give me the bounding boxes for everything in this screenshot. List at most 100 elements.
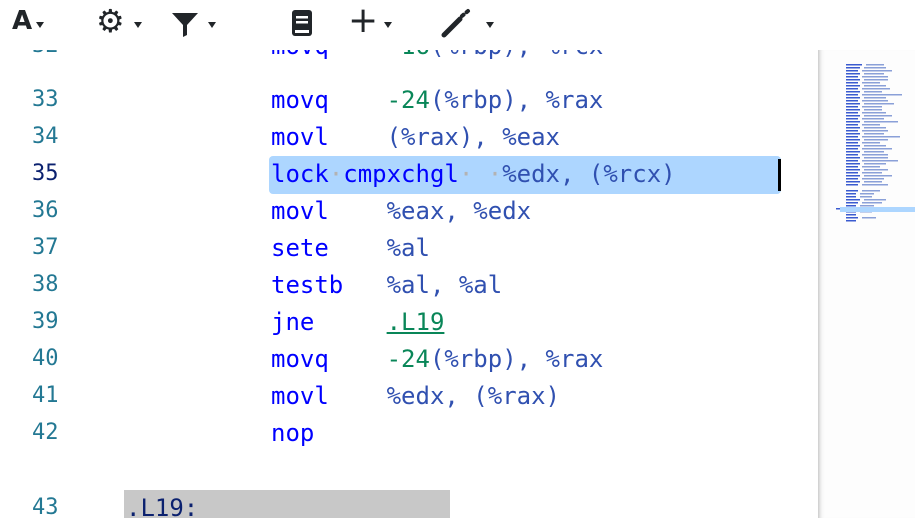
code-line[interactable]: 40 movq -24(%rbp), %rax [0, 341, 818, 377]
minimap-line [846, 64, 862, 66]
minimap-line [860, 193, 874, 195]
instruction-mnemonic: cmpxchgl [343, 160, 459, 188]
minimap-line [862, 142, 880, 144]
libraries-button[interactable] [290, 6, 320, 42]
minimap-line [864, 151, 884, 153]
minimap-line [846, 112, 858, 114]
code-line[interactable]: 38 testb %al, %al [0, 267, 818, 303]
operands: %edx, (%rax) [386, 382, 560, 410]
minimap-line [846, 85, 860, 87]
minimap-line [846, 136, 858, 138]
minimap-line [864, 139, 888, 141]
minimap-line [862, 112, 886, 114]
minimap-line [866, 64, 884, 66]
instruction-mnemonic: sete [271, 234, 329, 262]
minimap-line [862, 148, 892, 150]
minimap-line [846, 139, 860, 141]
minimap-line [862, 82, 880, 84]
minimap-line [864, 145, 886, 147]
minimap-line [864, 103, 894, 105]
chevron-down-icon [36, 22, 44, 28]
minimap-line [846, 88, 858, 90]
minimap-line [864, 73, 884, 75]
minimap[interactable] [818, 50, 915, 518]
minimap-line [864, 169, 888, 171]
minimap-line [846, 154, 858, 156]
minimap-line [846, 118, 858, 120]
instruction-mnemonic: movl [271, 382, 329, 410]
label-link[interactable]: .L19 [387, 308, 445, 336]
code-text: movl %eax, %edx [271, 196, 531, 226]
minimap-line [862, 160, 898, 162]
minimap-line [846, 199, 860, 201]
code-editor[interactable]: 32 movq -16(%rbp), %rcx 33 movq -24(%rbp… [0, 50, 818, 518]
instruction-mnemonic: movq [271, 50, 329, 60]
minimap-line [862, 217, 876, 219]
minimap-line [862, 178, 884, 180]
minimap-line [862, 106, 882, 108]
minimap-line [846, 121, 860, 123]
plus-icon: + [348, 0, 379, 41]
minimap-line [846, 169, 860, 171]
minimap-line [864, 79, 888, 81]
code-line[interactable]: 34 movl (%rax), %eax [0, 119, 818, 155]
code-line[interactable]: 42 nop [0, 415, 818, 451]
toolbar: A ⚙ + [0, 0, 915, 50]
add-menu-button[interactable]: + [348, 0, 402, 42]
code-text: testb %al, %al [271, 270, 502, 300]
minimap-line [846, 160, 858, 162]
code-line[interactable]: 33 movq -24(%rbp), %rax [0, 82, 818, 118]
operands: (%rbp), %rcx [430, 50, 603, 60]
minimap-line [846, 115, 860, 117]
minimap-line [864, 199, 886, 201]
minimap-line [862, 124, 880, 126]
book-icon [292, 10, 312, 36]
instruction-mnemonic: movl [271, 123, 329, 151]
line-number: 35 [32, 161, 59, 186]
minimap-line [846, 178, 858, 180]
code-line-active[interactable]: 35 lock·cmpxchgl· ·%edx, (%rcx) [0, 156, 818, 194]
minimap-line [862, 154, 888, 156]
code-line[interactable]: 43 .L19: [0, 490, 818, 518]
code-line[interactable]: 36 movl %eax, %edx [0, 193, 818, 229]
number-literal: -24 [386, 345, 430, 373]
minimap-line [846, 172, 858, 174]
instruction-mnemonic: testb [271, 271, 344, 299]
minimap-line [846, 127, 860, 129]
minimap-line [862, 136, 900, 138]
code-text: movq -24(%rbp), %rax [271, 85, 603, 115]
minimap-line [846, 202, 858, 204]
text-cursor [778, 159, 781, 191]
filter-menu-button[interactable] [170, 6, 224, 42]
minimap-line [864, 157, 888, 159]
minimap-line [846, 166, 858, 168]
instruction-mnemonic: movq [271, 345, 329, 373]
minimap-line [862, 202, 882, 204]
operands: (%rbp), %rax [429, 86, 604, 114]
code-text: sete %al [271, 233, 430, 263]
operands: %edx, (%rcx) [502, 160, 676, 188]
tools-menu-button[interactable] [440, 6, 500, 42]
label-definition: .L19: [126, 494, 199, 518]
code-line[interactable]: 39 jne .L19 [0, 304, 818, 340]
minimap-line [864, 121, 898, 123]
minimap-line [846, 181, 860, 183]
chevron-down-icon [208, 22, 216, 28]
gear-icon: ⚙ [96, 2, 125, 40]
chevron-down-icon [384, 22, 392, 28]
minimap-line [864, 91, 882, 93]
minimap-line [846, 214, 856, 216]
minimap-line [846, 142, 858, 144]
line-number: 34 [32, 124, 59, 149]
chevron-down-icon [486, 22, 494, 28]
code-line[interactable]: 41 movl %edx, (%rax) [0, 378, 818, 414]
code-line[interactable]: 37 sete %al [0, 230, 818, 266]
minimap-line [846, 196, 856, 198]
minimap-line [862, 190, 880, 192]
code-line[interactable]: 32 movq -16(%rbp), %rcx [0, 50, 818, 64]
minimap-preview [836, 64, 915, 222]
font-menu-button[interactable]: A [8, 6, 50, 42]
settings-menu-button[interactable]: ⚙ [96, 2, 150, 42]
line-number: 32 [32, 50, 59, 61]
operands: (%rax), %eax [386, 123, 560, 151]
